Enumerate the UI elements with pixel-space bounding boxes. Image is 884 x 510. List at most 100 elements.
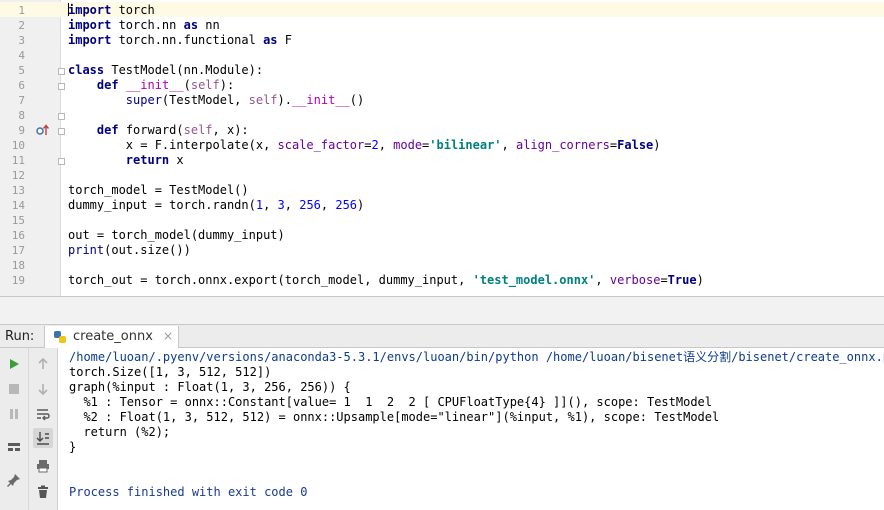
code-text: dummy_input = torch.randn(1, 3, 256, 256… [68,198,364,213]
code-token: , [263,198,278,212]
line-number: 10 [11,139,25,152]
code-line[interactable]: 14 dummy_input = torch.randn(1, 3, 256, 2… [0,198,884,213]
code-token: TestModel(nn.Module): [104,63,264,77]
code-line[interactable]: 15 [0,213,884,228]
down-button[interactable] [33,379,53,399]
code-text: import torch.nn as nn [68,18,220,33]
code-token: dummy_input = torch.randn( [68,198,256,212]
soft-wrap-icon [37,409,50,421]
print-button[interactable] [33,456,53,476]
code-token: (out.size()) [104,243,191,257]
run-label: Run: [5,329,35,344]
code-text: torch_out = torch.onnx.export(torch_mode… [68,273,704,288]
code-token: print [68,243,105,257]
code-line[interactable]: 4 [0,48,884,63]
pause-button[interactable] [4,404,24,424]
code-token: ) [653,138,661,152]
console-output[interactable]: /home/luoan/.pyenv/versions/anaconda3-5.… [60,348,884,510]
code-text: def __init__(self): [68,78,234,93]
line-number: 19 [11,274,25,287]
code-line[interactable]: 10 x = F.interpolate(x, scale_factor=2, … [0,138,884,153]
code-text: return x [68,153,184,168]
run-button[interactable] [4,354,24,374]
line-number: 15 [11,214,25,227]
code-token: F [277,33,292,47]
layout-button[interactable] [4,437,24,457]
code-token: False [617,138,654,152]
code-token: align_corners [515,138,610,152]
code-editor[interactable]: 1 import torch 2 import torch.nn as nn 3 impo… [0,0,884,296]
code-line[interactable]: 2 import torch.nn as nn [0,18,884,33]
tab-create-onnx[interactable]: create_onnx × [44,326,179,348]
code-line[interactable]: 3 import torch.nn.functional as F [0,33,884,48]
line-number: 8 [18,109,25,122]
code-text: import torch.nn.functional as F [68,33,292,48]
code-token: , [284,198,300,212]
python-file-icon [54,331,66,343]
code-token: torch.nn [111,18,184,32]
code-text: class TestModel(nn.Module): [68,63,263,78]
code-token: x = F.interpolate(x, [68,138,278,152]
code-token: () [349,93,365,107]
code-token: def [96,123,119,137]
pause-icon [10,409,18,419]
stop-icon [9,384,19,394]
code-token: self [183,123,213,137]
code-token: import [68,3,112,17]
scroll-to-end-button[interactable] [33,428,53,448]
code-line[interactable]: 7 super(TestModel, self).__init__() [0,93,884,108]
code-line[interactable]: 12 [0,168,884,183]
code-token: torch.nn.functional [111,33,264,47]
code-line[interactable]: 16 out = torch_model(dummy_input) [0,228,884,243]
line-number: 9 [18,124,25,137]
stop-button[interactable] [4,379,24,399]
code-line[interactable]: 9 def forward(self, x): [0,123,884,138]
fold-marker[interactable] [58,83,65,90]
code-token: ): [219,78,235,92]
code-line[interactable]: 8 [0,108,884,123]
line-number: 14 [11,199,25,212]
fold-marker[interactable] [58,68,65,75]
fold-marker[interactable] [58,113,65,120]
print-icon [37,460,49,473]
code-line[interactable]: 5 class TestModel(nn.Module): [0,63,884,78]
line-number: 3 [18,34,25,47]
code-token: 2 [371,138,379,152]
code-token: x [169,153,184,167]
up-button[interactable] [33,354,53,374]
line-number: 11 [11,154,25,167]
soft-wrap-button[interactable] [33,404,53,424]
code-line[interactable]: 11 return x [0,153,884,168]
override-marker-icon[interactable] [36,124,50,136]
line-number: 17 [11,244,25,257]
code-line[interactable]: 13 torch_model = TestModel() [0,183,884,198]
clear-button[interactable] [33,482,53,502]
console-line: %2 : Float(1, 3, 512, 512) = onnx::Upsam… [69,410,720,424]
fold-marker[interactable] [58,158,65,165]
code-token: ( [183,78,191,92]
code-token: import [68,18,112,32]
code-text: x = F.interpolate(x, scale_factor=2, mod… [68,138,661,153]
code-token: , [378,138,394,152]
code-token: , [320,198,336,212]
code-line[interactable]: 17 print(out.size()) [0,243,884,258]
code-token: import [68,33,112,47]
line-number: 16 [11,229,25,242]
pin-button[interactable] [4,470,24,490]
code-token: as [263,33,278,47]
code-line[interactable]: 1 import torch [0,3,884,18]
code-text: super(TestModel, self).__init__() [68,93,364,108]
code-token: __init__ [291,93,350,107]
text-caret [68,3,69,16]
line-number: 13 [11,184,25,197]
console-line[interactable]: /home/luoan/.pyenv/versions/anaconda3-5.… [69,350,884,365]
code-token: verbose [609,273,661,287]
code-line[interactable]: 6 def __init__(self): [0,78,884,93]
code-token: self [248,93,278,107]
fold-marker[interactable] [58,128,65,135]
console-line: %1 : Tensor = onnx::Constant[value= 1 1 … [69,395,712,409]
close-icon[interactable]: × [163,329,173,343]
code-line[interactable]: 18 [0,258,884,273]
code-line[interactable]: 19 torch_out = torch.onnx.export(torch_mo… [0,273,884,288]
